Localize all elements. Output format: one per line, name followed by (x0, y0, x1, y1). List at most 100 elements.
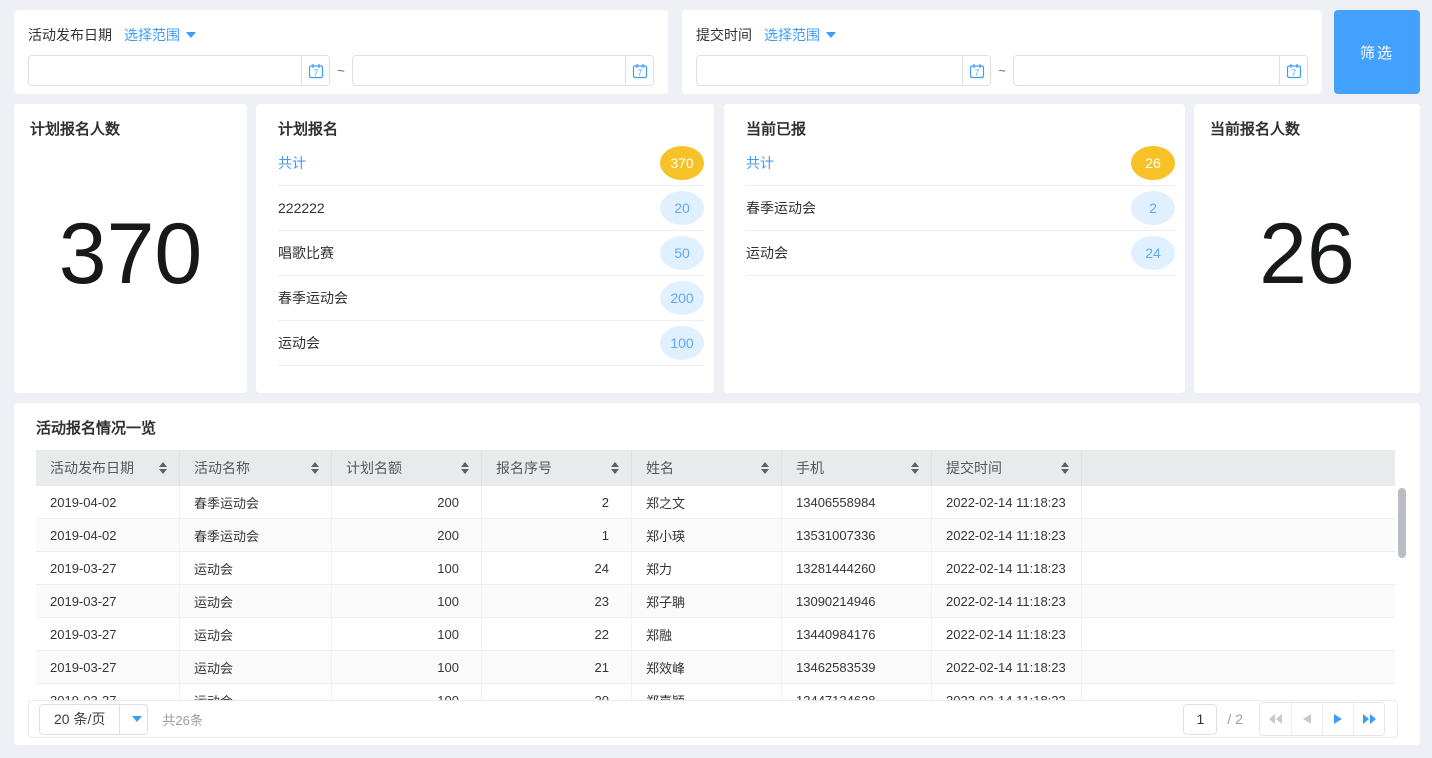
table-cell: 13406558984 (782, 486, 932, 518)
sort-icon[interactable] (461, 462, 469, 474)
table-title: 活动报名情况一览 (14, 403, 1420, 444)
publish-date-end-input[interactable] (353, 56, 625, 85)
publish-date-range-dropdown[interactable]: 选择范围 (124, 25, 196, 45)
table-cell: 2019-04-02 (36, 519, 180, 551)
current-breakdown-list: 共计26春季运动会2运动会24 (746, 141, 1175, 276)
column-header[interactable]: 活动名称 (180, 450, 332, 486)
breakdown-label: 春季运动会 (746, 198, 816, 218)
table-cell: 2022-02-14 11:18:23 (932, 486, 1082, 518)
breakdown-row: 22222220 (278, 186, 704, 231)
submit-time-start-field: 7 (696, 55, 991, 86)
table-cell: 200 (332, 486, 482, 518)
page-count-label: / 2 (1227, 711, 1243, 727)
column-header[interactable]: 提交时间 (932, 450, 1082, 486)
calendar-icon[interactable]: 7 (962, 56, 990, 85)
publish-date-end-field: 7 (352, 55, 654, 86)
count-badge: 200 (660, 281, 704, 315)
table-cell: 100 (332, 585, 482, 617)
submit-time-filter-panel: 提交时间 选择范围 7 ~ 7 (682, 10, 1322, 94)
column-header[interactable]: 姓名 (632, 450, 782, 486)
table-row: 2019-04-02春季运动会2002郑之文134065589842022-02… (36, 486, 1395, 519)
breakdown-row: 共计370 (278, 141, 704, 186)
publish-date-start-input[interactable] (29, 56, 301, 85)
column-header[interactable]: 计划名额 (332, 450, 482, 486)
table-cell: 13090214946 (782, 585, 932, 617)
column-header-label: 手机 (796, 458, 824, 478)
table-row: 2019-04-02春季运动会2001郑小瑛135310073362022-02… (36, 519, 1395, 552)
breakdown-label: 春季运动会 (278, 288, 348, 308)
column-header-label: 姓名 (646, 458, 674, 478)
table-cell: 1 (482, 519, 632, 551)
submit-time-filter-label: 提交时间 (696, 25, 752, 45)
registration-table-card: 活动报名情况一览 活动发布日期 活动名称计划名额报名序号姓名 手机 提交时间 2019… (14, 403, 1420, 745)
vertical-scrollbar (1395, 486, 1410, 710)
last-page-button[interactable] (1353, 703, 1384, 735)
sort-icon[interactable] (611, 462, 619, 474)
sort-icon[interactable] (159, 462, 167, 474)
current-page-input[interactable] (1183, 704, 1217, 735)
scrollbar-thumb[interactable] (1398, 488, 1406, 558)
table-cell: 100 (332, 552, 482, 584)
column-header-label: 活动发布日期 (50, 458, 134, 478)
planned-breakdown-card: 计划报名 共计37022222220唱歌比赛50春季运动会200运动会100 (256, 104, 714, 393)
table-cell: 运动会 (180, 651, 332, 683)
planned-total-card: 计划报名人数 370 (14, 104, 247, 393)
planned-breakdown-list: 共计37022222220唱歌比赛50春季运动会200运动会100 (278, 141, 704, 366)
table-row: 2019-03-27运动会10024郑力132814442602022-02-1… (36, 552, 1395, 585)
table-row: 2019-03-27运动会10021郑效峰134625835392022-02-… (36, 651, 1395, 684)
count-badge: 24 (1131, 236, 1175, 270)
current-total-title: 当前报名人数 (1194, 104, 1420, 139)
table-cell: 运动会 (180, 552, 332, 584)
table-cell: 2019-03-27 (36, 552, 180, 584)
submit-time-end-input[interactable] (1014, 56, 1279, 85)
column-header[interactable]: 活动发布日期 (36, 450, 180, 486)
table-cell: 200 (332, 519, 482, 551)
svg-text:7: 7 (313, 68, 318, 77)
table-cell: 郑力 (632, 552, 782, 584)
table-cell-filler (1082, 552, 1395, 584)
count-badge: 2 (1131, 191, 1175, 225)
calendar-icon[interactable]: 7 (625, 56, 653, 85)
chevron-down-icon (119, 705, 147, 734)
first-page-button[interactable] (1260, 703, 1291, 735)
pagination-nav (1259, 702, 1385, 736)
table-cell: 21 (482, 651, 632, 683)
submit-time-end-field: 7 (1013, 55, 1308, 86)
sort-icon[interactable] (311, 462, 319, 474)
breakdown-label: 运动会 (746, 243, 788, 263)
table-cell: 2022-02-14 11:18:23 (932, 519, 1082, 551)
table-cell: 13531007336 (782, 519, 932, 551)
publish-date-start-field: 7 (28, 55, 330, 86)
calendar-icon[interactable]: 7 (1279, 56, 1307, 85)
column-header[interactable]: 手机 (782, 450, 932, 486)
table-cell: 24 (482, 552, 632, 584)
table-cell: 郑子聃 (632, 585, 782, 617)
table-cell: 13462583539 (782, 651, 932, 683)
publish-date-filter-label: 活动发布日期 (28, 25, 112, 45)
table-cell-filler (1082, 519, 1395, 551)
table-cell: 13440984176 (782, 618, 932, 650)
breakdown-label: 222222 (278, 200, 325, 216)
sort-icon[interactable] (911, 462, 919, 474)
table-cell: 13281444260 (782, 552, 932, 584)
current-total-card: 当前报名人数 26 (1194, 104, 1420, 393)
next-page-button[interactable] (1322, 703, 1353, 735)
sort-icon[interactable] (1061, 462, 1069, 474)
breakdown-label: 运动会 (278, 333, 320, 353)
svg-text:7: 7 (1291, 68, 1296, 77)
calendar-icon[interactable]: 7 (301, 56, 329, 85)
page-size-select[interactable]: 20 条/页 (39, 704, 148, 735)
column-header[interactable]: 报名序号 (482, 450, 632, 486)
table-row: 2019-03-27运动会10022郑融134409841762022-02-1… (36, 618, 1395, 651)
prev-page-button[interactable] (1291, 703, 1322, 735)
table-cell: 2022-02-14 11:18:23 (932, 618, 1082, 650)
table-cell-filler (1082, 618, 1395, 650)
submit-time-start-input[interactable] (697, 56, 962, 85)
current-breakdown-card: 当前已报 共计26春季运动会2运动会24 (724, 104, 1185, 393)
breakdown-row: 春季运动会 200 (278, 276, 704, 321)
sort-icon[interactable] (761, 462, 769, 474)
breakdown-row: 运动会100 (278, 321, 704, 366)
planned-total-value: 370 (59, 211, 203, 297)
submit-time-range-dropdown[interactable]: 选择范围 (764, 25, 836, 45)
filter-button[interactable]: 筛选 (1334, 10, 1420, 94)
